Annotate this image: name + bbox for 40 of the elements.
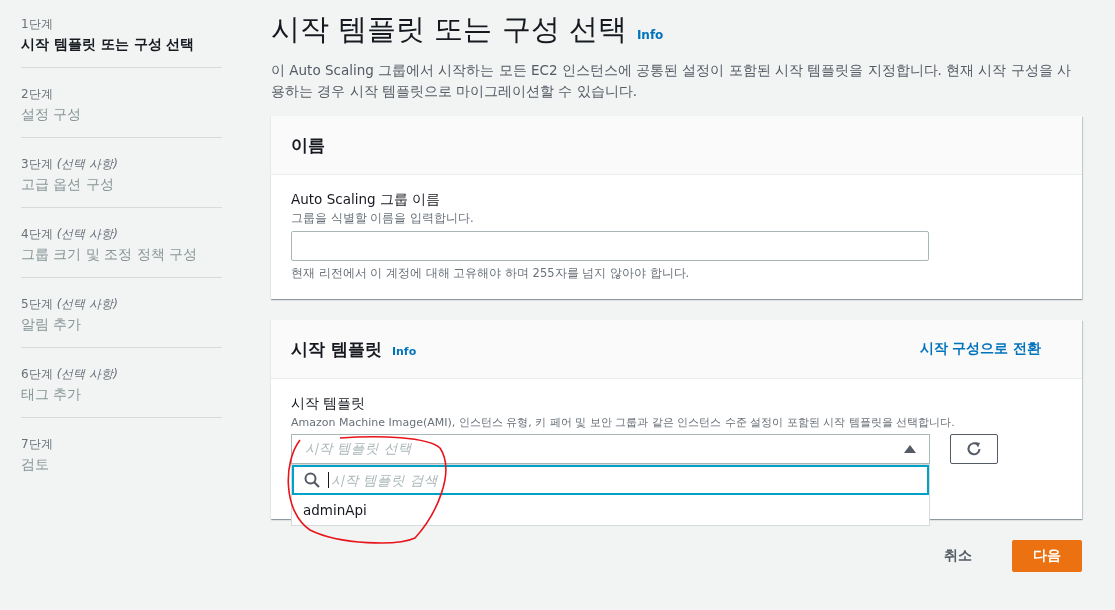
next-button[interactable]: 다음	[1012, 540, 1082, 572]
page-title: 시작 템플릿 또는 구성 선택	[271, 11, 627, 48]
constraint-text: 현재 리전에서 이 계정에 대해 고유해야 하며 255자를 넘지 않아야 합니다.	[291, 266, 691, 281]
optional-note: (선택 사항)	[56, 226, 118, 243]
step-number: 7단계	[21, 436, 53, 453]
optional-note: (선택 사항)	[56, 296, 118, 313]
step-number: 6단계	[21, 366, 53, 383]
step-link[interactable]: 태그 추가	[21, 386, 222, 404]
search-field[interactable]: 시작 템플릿 검색	[292, 465, 929, 495]
field-label: 시작 템플릿	[291, 395, 367, 413]
step-link[interactable]: 알림 추가	[21, 316, 222, 334]
refresh-button[interactable]	[950, 434, 998, 464]
step-link[interactable]: 고급 옵션 구성	[21, 176, 222, 194]
field-label: Auto Scaling 그룹 이름	[291, 191, 442, 209]
step-number: 2단계	[21, 86, 53, 103]
step-number: 1단계	[21, 16, 53, 33]
optional-note: (선택 사항)	[56, 366, 118, 383]
card-title: 시작 템플릿	[291, 337, 382, 361]
group-name-field[interactable]	[291, 231, 929, 261]
optional-note: (선택 사항)	[56, 156, 118, 173]
step-link[interactable]: 검토	[21, 456, 222, 474]
refresh-icon	[965, 440, 983, 458]
card-title: 이름	[291, 133, 325, 157]
step-link[interactable]: 설정 구성	[21, 106, 222, 124]
step-link[interactable]: 그룹 크기 및 조정 정책 구성	[21, 246, 222, 264]
info-link[interactable]: Info	[636, 28, 664, 42]
cancel-button[interactable]: 취소	[924, 539, 992, 573]
template-select[interactable]: 시작 템플릿 선택	[291, 434, 930, 464]
field-hint: 그룹을 식별할 이름을 입력합니다.	[291, 211, 475, 226]
caret-icon	[904, 445, 916, 453]
step-link[interactable]: 시작 템플릿 또는 구성 선택	[21, 36, 222, 54]
step-number: 5단계	[21, 296, 53, 313]
field-hint: Amazon Machine Image(AMI), 인스턴스 유형, 키 페어 및 보안 그룹과 같은 인스턴스 수준 설정이 포함된 시작 템플릿을 선택합니다.	[291, 415, 956, 430]
step-number: 3단계	[21, 156, 53, 173]
switch-link[interactable]: 시작 구성으로 전환	[919, 340, 1041, 358]
search-icon	[304, 472, 320, 488]
template-option[interactable]: adminApi	[292, 495, 929, 525]
step-number: 4단계	[21, 226, 53, 243]
page-description: 이 Auto Scaling 그룹에서 시작하는 모든 EC2 인스턴스에 공통된 설정이 포함된 시작 템플릿을 지정합니다. 현재 시작 구성을 사용하는 경우 시작 템플릿으로 마이그레이션할 수 있습니다.	[271, 61, 1073, 101]
info-link[interactable]: Info	[391, 344, 417, 358]
